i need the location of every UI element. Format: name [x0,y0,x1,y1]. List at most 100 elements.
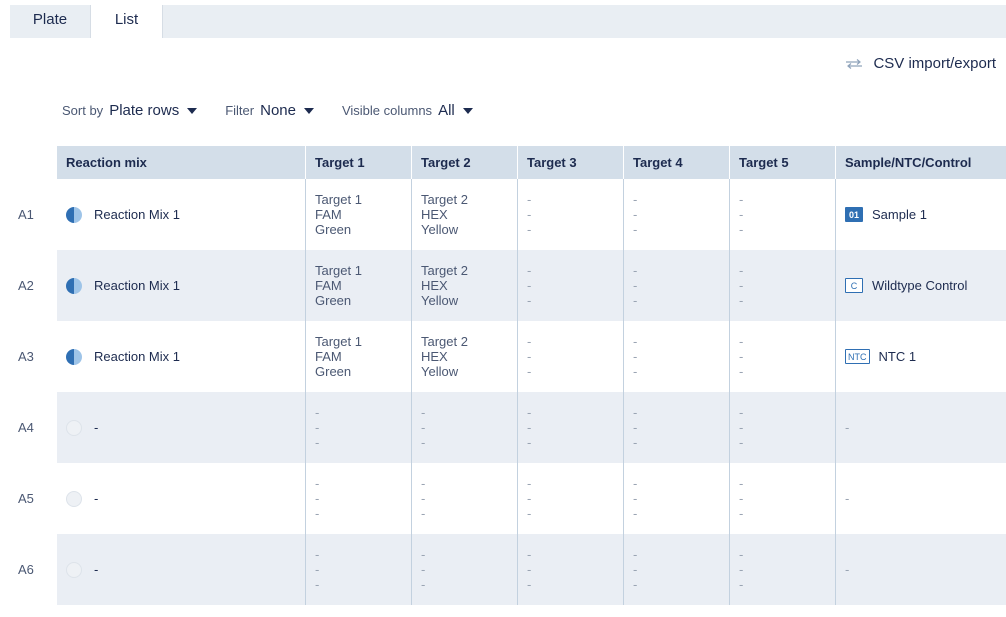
target-1-cell[interactable]: Target 1 FAM Green [305,179,411,250]
target-2-cell[interactable]: --- [411,392,517,463]
column-header-target-2[interactable]: Target 2 [411,146,517,179]
sample-info: - [845,392,1006,463]
target-dye: FAM [315,349,342,364]
target-4-cell[interactable]: --- [623,392,729,463]
target-5-cell[interactable]: --- [729,250,835,321]
target-name: - [739,334,744,349]
filter-dropdown[interactable]: None [260,102,314,119]
target-4-cell[interactable]: --- [623,179,729,250]
reaction-mix-cell[interactable]: Reaction Mix 1 [57,250,305,321]
reaction-mix-name: Reaction Mix 1 [94,207,180,222]
target-1-cell[interactable]: --- [305,463,411,534]
column-header-target-3[interactable]: Target 3 [517,146,623,179]
sample-cell[interactable]: NTC NTC 1 [835,321,1006,392]
target-info: --- [739,179,835,250]
target-5-cell[interactable]: --- [729,321,835,392]
target-color: Yellow [421,293,459,308]
sample-cell[interactable]: - [835,534,1006,605]
target-4-cell[interactable]: --- [623,534,729,605]
target-3-cell[interactable]: --- [517,534,623,605]
sample-type-badge: 01 [845,207,863,222]
target-dye: - [633,207,638,222]
target-1-cell[interactable]: Target 1 FAM Green [305,321,411,392]
target-3-cell[interactable]: --- [517,463,623,534]
target-1-cell[interactable]: --- [305,534,411,605]
table-row[interactable]: A4- - - - - - - - - - - - - - - - - [10,392,1006,463]
target-info: --- [315,534,411,605]
sort-dropdown[interactable]: Plate rows [109,102,198,119]
table-row[interactable]: A3 Reaction Mix 1 Target 1 FAM Green Target 2… [10,321,1006,392]
target-dye: - [739,562,744,577]
target-2-cell[interactable]: Target 2 HEX Yellow [411,250,517,321]
target-3-cell[interactable]: --- [517,321,623,392]
target-dye: - [421,562,426,577]
target-2-cell[interactable]: Target 2 HEX Yellow [411,321,517,392]
target-dye: - [633,420,638,435]
sample-cell[interactable]: 01 Sample 1 [835,179,1006,250]
reaction-mix-cell[interactable]: - [57,534,305,605]
table-row[interactable]: A5- - - - - - - - - - - - - - - - - [10,463,1006,534]
target-color: - [527,577,532,592]
target-name: - [633,192,638,207]
target-4-cell[interactable]: --- [623,321,729,392]
reaction-mix-cell[interactable]: Reaction Mix 1 [57,179,305,250]
target-1-cell[interactable]: Target 1 FAM Green [305,250,411,321]
tab-list[interactable]: List [90,5,163,38]
target-dye: - [527,349,532,364]
target-info: --- [527,179,623,250]
target-name: - [315,405,320,420]
reaction-mix-cell[interactable]: - [57,392,305,463]
columns-dropdown[interactable]: All [438,102,473,119]
sample-cell[interactable]: C Wildtype Control [835,250,1006,321]
target-3-cell[interactable]: --- [517,392,623,463]
well-label: A3 [10,321,57,392]
target-color: - [421,506,426,521]
sample-name: - [845,562,850,577]
target-2-cell[interactable]: Target 2 HEX Yellow [411,179,517,250]
column-header-target-5[interactable]: Target 5 [729,146,835,179]
reaction-mix-cell[interactable]: Reaction Mix 1 [57,321,305,392]
target-dye: - [527,491,532,506]
target-5-cell[interactable]: --- [729,463,835,534]
table-row[interactable]: A1 Reaction Mix 1 Target 1 FAM Green Target 2… [10,179,1006,250]
target-color: - [739,364,744,379]
column-header-target-1[interactable]: Target 1 [305,146,411,179]
table-row[interactable]: A2 Reaction Mix 1 Target 1 FAM Green Target 2… [10,250,1006,321]
target-4-cell[interactable]: --- [623,463,729,534]
column-header-reaction-mix[interactable]: Reaction mix [57,146,305,179]
target-4-cell[interactable]: --- [623,250,729,321]
target-3-cell[interactable]: --- [517,250,623,321]
table-row[interactable]: A6- - - - - - - - - - - - - - - - - [10,534,1006,605]
target-name: - [633,263,638,278]
target-5-cell[interactable]: --- [729,392,835,463]
filter-label: Filter [225,102,255,118]
sample-info: C Wildtype Control [845,250,1006,321]
target-dye: - [633,349,638,364]
target-2-cell[interactable]: --- [411,534,517,605]
reaction-mix: - [66,463,305,534]
columns-label: Visible columns [341,102,433,118]
reaction-mix-icon [66,277,82,294]
tab-plate[interactable]: Plate [10,5,90,38]
target-dye: HEX [421,349,448,364]
target-5-cell[interactable]: --- [729,534,835,605]
target-name: - [527,192,532,207]
column-header-sample[interactable]: Sample/NTC/Control [835,146,1006,179]
sample-cell[interactable]: - [835,392,1006,463]
reaction-mix-cell[interactable]: - [57,463,305,534]
column-header-target-4[interactable]: Target 4 [623,146,729,179]
target-dye: - [527,207,532,222]
target-3-cell[interactable]: --- [517,179,623,250]
target-name: Target 1 [315,263,362,278]
csv-import-export-button[interactable]: CSV import/export [845,55,996,72]
target-name: - [315,547,320,562]
reaction-mix-icon [66,206,82,223]
target-5-cell[interactable]: --- [729,179,835,250]
target-2-cell[interactable]: --- [411,463,517,534]
target-name: Target 2 [421,192,468,207]
reaction-mix-name: - [94,562,99,577]
target-1-cell[interactable]: --- [305,392,411,463]
sample-cell[interactable]: - [835,463,1006,534]
well-list-table: Reaction mix Target 1 Target 2 Target 3 … [10,146,1006,605]
target-info: --- [421,463,517,534]
